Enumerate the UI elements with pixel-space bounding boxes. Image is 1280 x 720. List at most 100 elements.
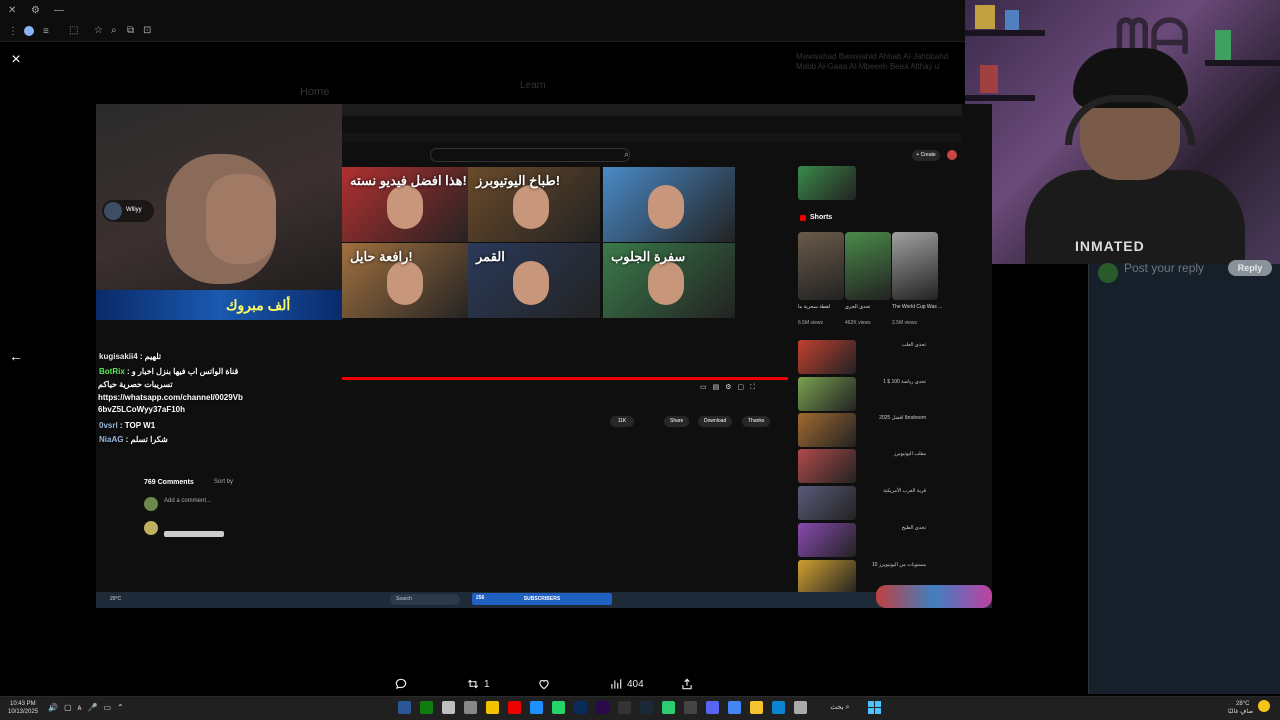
- extension-icon[interactable]: ⬚: [69, 26, 78, 36]
- share-page-icon[interactable]: ⧉: [127, 26, 134, 36]
- cast-icon[interactable]: ⊡: [143, 26, 151, 36]
- profile-icon[interactable]: [24, 26, 34, 36]
- chat-text: تلهيم: [144, 352, 162, 361]
- inner-shorts-label: Shorts: [810, 214, 833, 221]
- inner-search: Search: [390, 594, 460, 605]
- inner-video-thumbnail: سفرة الجلوب: [603, 243, 735, 318]
- reply-input[interactable]: Post your reply: [1124, 261, 1204, 275]
- inner-short-title: The World Cup Was ...: [892, 304, 943, 310]
- avatar: [144, 497, 158, 511]
- inner-thumbnail-title: طباخ اليوتيوبرز!: [476, 173, 561, 188]
- photos-icon[interactable]: [530, 701, 543, 714]
- obs-icon[interactable]: [684, 701, 697, 714]
- chat-text: تسريبات حصرية حياكم: [98, 380, 173, 389]
- views-action-button[interactable]: 404: [609, 675, 644, 693]
- edge-icon[interactable]: [772, 701, 785, 714]
- start-button[interactable]: [868, 701, 881, 714]
- inner-side-video-title: 10 مستويات من اليوتيوبرز: [871, 562, 926, 568]
- inner-video-thumbnail: [603, 167, 735, 242]
- video-progress-fill: [342, 377, 788, 380]
- inner-like-chip: 11K: [610, 416, 634, 427]
- green-app-icon[interactable]: [662, 701, 675, 714]
- share-icon: [682, 678, 692, 690]
- inner-player-controls: ▭▤⚙▢⛶: [700, 384, 762, 391]
- webcam-overlay: ᗰᗩ INMATED: [965, 0, 1280, 264]
- inner-short-thumbnail: [845, 232, 891, 300]
- word-icon[interactable]: [398, 701, 411, 714]
- inner-sort-by: Sort by: [214, 479, 234, 485]
- browser-top-bar: ✕ ⚙ — ⋮ ≡ ⬚ ☆ ⌕ ⧉ ⊡: [0, 0, 965, 42]
- chat-text: قناة الواتس اب فيها بنزل اخبار و: [131, 367, 239, 376]
- inner-video-thumbnail: رافعة حايل!: [342, 243, 474, 318]
- taskbar-search-label: بحث: [830, 704, 844, 711]
- chat-text: شكرا تسلم: [130, 435, 168, 444]
- reply-action-button[interactable]: [394, 675, 412, 693]
- inner-video-thumbnail: طباخ اليوتيوبرز!: [468, 167, 600, 242]
- inner-create-button: + Create: [912, 150, 940, 161]
- comment-icon: [395, 678, 407, 690]
- discord-icon[interactable]: [706, 701, 719, 714]
- system-tray-icons[interactable]: 🔊▢ᴀ🎤▭⌃: [48, 703, 130, 712]
- usb-icon[interactable]: [464, 701, 477, 714]
- weather-desc[interactable]: صافٍ غالبًا: [1228, 709, 1253, 716]
- chrome-icon[interactable]: [728, 701, 741, 714]
- taskbar-search[interactable]: بحث ⌕: [818, 701, 862, 715]
- inner-video-thumbnail: القمر: [468, 243, 600, 318]
- clock-time[interactable]: 10:43 PM: [10, 701, 36, 708]
- inner-side-video-title: افضل 2025 Ibraheem: [879, 415, 926, 421]
- chat-text: https://whatsapp.com/channel/0029Vb: [98, 393, 243, 402]
- like-action-button[interactable]: [537, 675, 555, 693]
- inner-side-video-thumbnail: [798, 166, 856, 200]
- menu-icon[interactable]: ⋮: [8, 27, 18, 37]
- photoshop-icon[interactable]: [574, 701, 587, 714]
- inner-action-chip: Download: [698, 416, 733, 427]
- inner-video-thumbnail: هذا افضل فيديو نسته!: [342, 167, 474, 242]
- inner-short-views: 6.5M views: [798, 320, 824, 326]
- weather-temp[interactable]: 28°C: [1236, 701, 1249, 708]
- calendar-icon[interactable]: [442, 701, 455, 714]
- chat-username: BotRix: [99, 367, 125, 376]
- premiere-icon[interactable]: [596, 701, 609, 714]
- zoom-icon[interactable]: ⌕: [111, 26, 117, 36]
- capcut-icon[interactable]: [618, 701, 631, 714]
- bookmark-star-icon[interactable]: ☆: [94, 26, 103, 36]
- chat-message: 6bvZ5LCoWyy37aF10h: [98, 405, 185, 414]
- reply-button[interactable]: Reply: [1228, 260, 1272, 276]
- inner-side-video-title: تحدي العلب: [901, 342, 926, 348]
- subscribers-count: 256: [476, 595, 485, 601]
- close-window-icon[interactable]: ✕: [8, 6, 16, 16]
- chat-separator: :: [123, 435, 131, 444]
- chat-message: BotRix : قناة الواتس اب فيها بنزل اخبار …: [99, 367, 238, 376]
- folder-icon[interactable]: [750, 701, 763, 714]
- avatar: [1098, 263, 1118, 283]
- inner-side-video-title: تحدي رياضة 100 $ 1: [883, 379, 926, 385]
- inner-bookmarks-bar: [342, 133, 962, 143]
- avatar: [144, 521, 158, 535]
- share-action-button[interactable]: [680, 675, 694, 693]
- inner-thumbnail-title: القمر: [476, 249, 505, 264]
- inner-weather: 29°C: [110, 596, 122, 602]
- minimize-icon[interactable]: —: [54, 6, 64, 16]
- inner-comments-count: 769 Comments: [144, 479, 194, 486]
- chat-message: https://whatsapp.com/channel/0029Vb: [98, 393, 243, 402]
- chat-message: تسريبات حصرية حياكم: [98, 380, 173, 389]
- chat-username: NiaAG: [99, 435, 124, 444]
- clock-date[interactable]: 10/13/2025: [8, 709, 38, 716]
- steam-icon[interactable]: [640, 701, 653, 714]
- inner-short-title: لقطة سحرية ما: [798, 304, 831, 310]
- retweet-count: 1: [484, 678, 490, 690]
- settings-icon[interactable]: ⚙: [31, 6, 40, 16]
- inner-short-views: 462K views: [845, 320, 871, 326]
- youtube-icon[interactable]: [508, 701, 521, 714]
- whatsapp-icon[interactable]: [552, 701, 565, 714]
- inner-thumbnail-title: سفرة الجلوب: [611, 249, 686, 264]
- inner-action-chip: Share: [664, 416, 690, 427]
- retweet-action-button[interactable]: 1: [466, 675, 490, 693]
- back-arrow-icon[interactable]: ←: [6, 346, 26, 366]
- retweet-icon: [467, 679, 479, 689]
- explorer-icon[interactable]: [794, 701, 807, 714]
- translate-icon[interactable]: ≡: [43, 27, 49, 37]
- notes-icon[interactable]: [486, 701, 499, 714]
- xbox-icon[interactable]: [420, 701, 433, 714]
- close-icon[interactable]: ×: [6, 50, 26, 70]
